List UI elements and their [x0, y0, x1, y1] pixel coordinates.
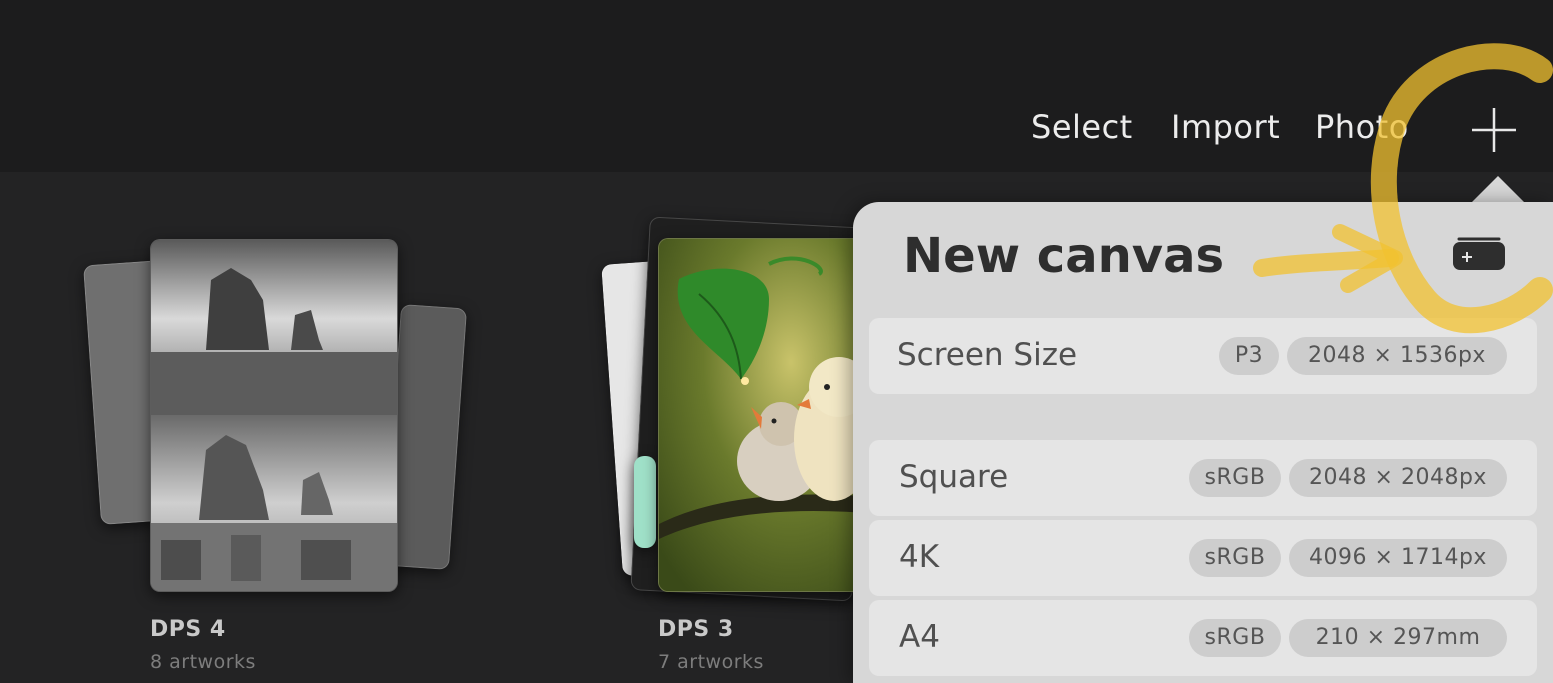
dimensions-badge: 210 × 297mm — [1289, 619, 1507, 657]
dimensions-badge: 4096 × 1714px — [1289, 539, 1507, 577]
dimensions-badge: 2048 × 2048px — [1289, 459, 1507, 497]
canvas-preset-4k[interactable]: 4K sRGB 4096 × 1714px — [869, 520, 1537, 596]
photo-button[interactable]: Photo — [1315, 108, 1409, 146]
color-profile-badge: sRGB — [1189, 459, 1281, 497]
canvas-preset-a4[interactable]: A4 sRGB 210 × 297mm — [869, 600, 1537, 676]
color-profile-badge: sRGB — [1189, 539, 1281, 577]
new-canvas-button[interactable] — [1466, 102, 1522, 158]
select-button[interactable]: Select — [1031, 108, 1133, 146]
preset-name: A4 — [899, 619, 940, 655]
import-button[interactable]: Import — [1171, 108, 1280, 146]
popover-title: New canvas — [903, 228, 1225, 284]
stack-count: 7 artworks — [658, 651, 764, 673]
canvas-preset-screen-size[interactable]: Screen Size P3 2048 × 1536px — [869, 318, 1537, 394]
stack-count: 8 artworks — [150, 651, 256, 673]
preset-name: Screen Size — [897, 337, 1078, 373]
create-custom-canvas-button[interactable] — [1451, 236, 1507, 272]
new-canvas-popover: New canvas Screen Size P3 2048 × 1536px … — [853, 202, 1553, 683]
artwork-image — [659, 239, 879, 591]
stack-back-card — [634, 456, 656, 548]
plus-icon — [1472, 108, 1516, 152]
popover-arrow — [1471, 176, 1525, 203]
artwork-thumbnail[interactable] — [658, 238, 880, 592]
stack-title: DPS 3 — [658, 617, 734, 642]
artwork-image — [151, 240, 397, 591]
stack-dps-3[interactable] — [0, 0, 880, 602]
stack-title: DPS 4 — [150, 617, 226, 642]
preset-name: Square — [899, 459, 1009, 495]
color-profile-badge: sRGB — [1189, 619, 1281, 657]
top-toolbar: Select Import Photo — [0, 0, 1553, 172]
artwork-thumbnail[interactable] — [150, 239, 398, 592]
preset-name: 4K — [899, 539, 940, 575]
canvas-preset-square[interactable]: Square sRGB 2048 × 2048px — [869, 440, 1537, 516]
new-custom-canvas-icon — [1453, 237, 1505, 270]
color-profile-badge: P3 — [1219, 337, 1279, 375]
dimensions-badge: 2048 × 1536px — [1287, 337, 1507, 375]
